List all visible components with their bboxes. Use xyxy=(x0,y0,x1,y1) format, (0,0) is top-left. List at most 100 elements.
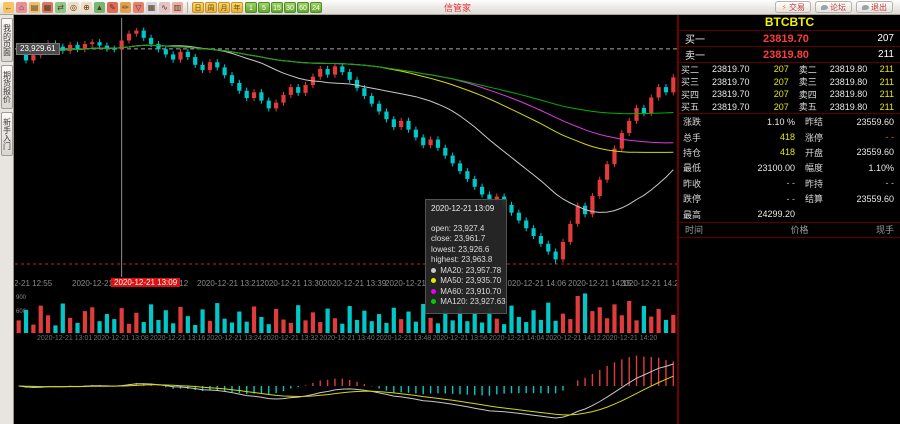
ask1-price: 23819.80 xyxy=(731,49,841,61)
bid1-qty: 207 xyxy=(841,33,894,44)
time-label: 2020-12-21 13:56 xyxy=(433,335,488,342)
period-buttons-daily-group: 日周月年 xyxy=(192,2,243,13)
time-label: 2020-12-21 13:24 xyxy=(207,335,262,342)
chat-icon xyxy=(862,5,869,10)
ask1-label: 卖一 xyxy=(685,47,731,62)
time-label: 2020-12-21 13:16 xyxy=(150,335,205,342)
pencil-icon[interactable]: ✎ xyxy=(107,2,118,13)
tooltip-ma-rows: MA20: 23,957.78 MA50: 23,935.70 MA60: 23… xyxy=(431,266,501,308)
book-icon[interactable]: ▤ xyxy=(29,2,40,13)
grid-icon[interactable]: ▦ xyxy=(146,2,157,13)
period-button-5min[interactable]: 5 xyxy=(258,2,270,13)
col-price: 价格 xyxy=(745,223,854,236)
order-level-row[interactable]: 买二23819.70207卖二23819.80211 xyxy=(679,63,900,76)
info-row: 总手418涨停- - xyxy=(679,129,900,144)
time-label: 2020-12-21 13:48 xyxy=(376,335,431,342)
divider xyxy=(679,237,900,238)
period-button-24min[interactable]: 24 xyxy=(310,2,322,13)
ma-dot xyxy=(431,299,436,304)
tooltip-ohlc-rows: open: 23,927.4close: 23,961.7lowest: 23,… xyxy=(431,224,501,266)
back-icon[interactable]: ← xyxy=(3,2,14,13)
sidebar-tab-2[interactable]: 期货报价 xyxy=(1,65,13,109)
period-buttons-minute-group: 1515306024 xyxy=(245,2,322,13)
crosshair-price-tag: 23,929.61 xyxy=(16,43,60,55)
period-button-月[interactable]: 月 xyxy=(218,2,230,13)
info-row: 最低23100.00幅度1.10% xyxy=(679,160,900,175)
ma-dot xyxy=(431,289,436,294)
order-level-row[interactable]: 买四23819.70207卖四23819.80211 xyxy=(679,88,900,101)
toolbar-separator xyxy=(187,2,188,13)
info-row: 昨收- -昨持- - xyxy=(679,176,900,191)
order-level-row[interactable]: 买五23819.70207卖五23819.80211 xyxy=(679,101,900,114)
bid1-price: 23819.70 xyxy=(731,33,841,45)
brush-icon[interactable]: ✏ xyxy=(120,2,131,13)
candlestick-pane[interactable] xyxy=(15,15,677,277)
svg-text:900: 900 xyxy=(16,295,27,301)
left-sidebar: 我的页面期货报价新手入门 xyxy=(0,15,14,424)
time-label: 2020-12-21 13:40 xyxy=(320,335,375,342)
toolbar-button-论坛[interactable]: 论坛 xyxy=(815,1,852,13)
bid1-row[interactable]: 买一 23819.70 207 xyxy=(679,31,900,46)
macd-pane[interactable] xyxy=(15,346,677,424)
area-chart-icon[interactable]: ▲ xyxy=(94,2,105,13)
period-button-15min[interactable]: 15 xyxy=(271,2,283,13)
quote-panel: BTCBTC 买一 23819.70 207 卖一 23819.80 211 买… xyxy=(677,15,900,424)
time-label: 2020-12-21 13:32 xyxy=(263,335,318,342)
toolbar-button-交易[interactable]: ⚡交易 xyxy=(775,1,811,13)
order-level-row[interactable]: 买三23819.70207卖三23819.80211 xyxy=(679,76,900,89)
chart-area: 2020-12-21 12:552020-12-21 13:032020-12-… xyxy=(15,15,677,424)
toolbar-button-退出[interactable]: 退出 xyxy=(856,1,893,13)
ma-dot xyxy=(431,268,436,273)
symbol-title: BTCBTC xyxy=(679,15,900,30)
line-chart-icon[interactable]: ∿ xyxy=(159,2,170,13)
tooltip-time: 2020-12-21 13:09 xyxy=(431,204,501,215)
info-row: 涨跌1.10 %昨结23559.60 xyxy=(679,114,900,129)
info-row: 最高24299.20 xyxy=(679,206,900,221)
bid1-label: 买一 xyxy=(685,31,731,46)
brand-label: 信管家 xyxy=(444,1,471,14)
chat-icon xyxy=(821,5,828,10)
candle-tooltip: 2020-12-21 13:09 open: 23,927.4close: 23… xyxy=(425,199,507,314)
time-label: 2020-12-21 14:12 xyxy=(546,335,601,342)
main-time-axis: 2020-12-21 12:552020-12-21 13:032020-12-… xyxy=(15,277,677,291)
time-label: 2020-12-21 12:55 xyxy=(15,279,52,288)
zoom-in-icon[interactable]: ⊕ xyxy=(81,2,92,13)
info-row: 持仓418开盘23559.60 xyxy=(679,145,900,160)
time-label: 2020-12-21 13:21 xyxy=(197,279,260,288)
box-icon[interactable]: ▦ xyxy=(42,2,53,13)
funnel-icon[interactable]: ▽ xyxy=(133,2,144,13)
period-button-1min[interactable]: 1 xyxy=(245,2,257,13)
ask1-row[interactable]: 卖一 23819.80 211 xyxy=(679,47,900,62)
trade-list-header: 时间 价格 现手 xyxy=(679,223,900,237)
ask1-qty: 211 xyxy=(841,49,894,60)
period-button-30min[interactable]: 30 xyxy=(284,2,296,13)
period-button-60min[interactable]: 60 xyxy=(297,2,309,13)
refresh-icon[interactable]: ⇄ xyxy=(55,2,66,13)
bar-chart-icon[interactable]: ▥ xyxy=(172,2,183,13)
order-book-levels: 买二23819.70207卖二23819.80211买三23819.70207卖… xyxy=(679,63,900,113)
sidebar-tab-1[interactable]: 我的页面 xyxy=(1,18,13,62)
time-label: 2020-12-21 14:20 xyxy=(602,335,657,342)
time-label: 2020-12-21 13:01 xyxy=(37,335,92,342)
volume-pane[interactable]: 900 600 xyxy=(15,291,677,333)
time-label: 2020-12-21 14:06 xyxy=(503,279,566,288)
period-button-日[interactable]: 日 xyxy=(192,2,204,13)
ma-dot xyxy=(431,278,436,283)
volume-time-axis: 2020-12-21 13:012020-12-21 13:082020-12-… xyxy=(15,333,677,346)
trading-terminal: ←⌂▤▦⇄◎⊕▲✎✏▽▦∿▥ 日周月年 1515306024 信管家 ⚡交易论坛… xyxy=(0,0,900,424)
svg-text:600: 600 xyxy=(16,309,27,315)
time-label: 2020-12-21 14:24 xyxy=(620,279,677,288)
time-label: 2020-12-21 13:08 xyxy=(94,335,149,342)
toolbar: ←⌂▤▦⇄◎⊕▲✎✏▽▦∿▥ 日周月年 1515306024 信管家 ⚡交易论坛… xyxy=(0,0,900,15)
time-label: 2020-12-21 14:04 xyxy=(489,335,544,342)
col-volume: 现手 xyxy=(854,223,894,236)
period-button-周[interactable]: 周 xyxy=(205,2,217,13)
home-icon[interactable]: ⌂ xyxy=(16,2,27,13)
period-button-年[interactable]: 年 xyxy=(231,2,243,13)
sidebar-tab-3[interactable]: 新手入门 xyxy=(1,112,13,156)
toolbar-icon-group: ←⌂▤▦⇄◎⊕▲✎✏▽▦∿▥ xyxy=(3,2,183,13)
zoom-out-icon[interactable]: ◎ xyxy=(68,2,79,13)
toolbar-right-buttons: ⚡交易论坛退出 xyxy=(775,1,897,13)
market-info-grid: 涨跌1.10 %昨结23559.60总手418涨停- -持仓418开盘23559… xyxy=(679,114,900,222)
time-label: 2020-12-21 13:30 xyxy=(260,279,323,288)
